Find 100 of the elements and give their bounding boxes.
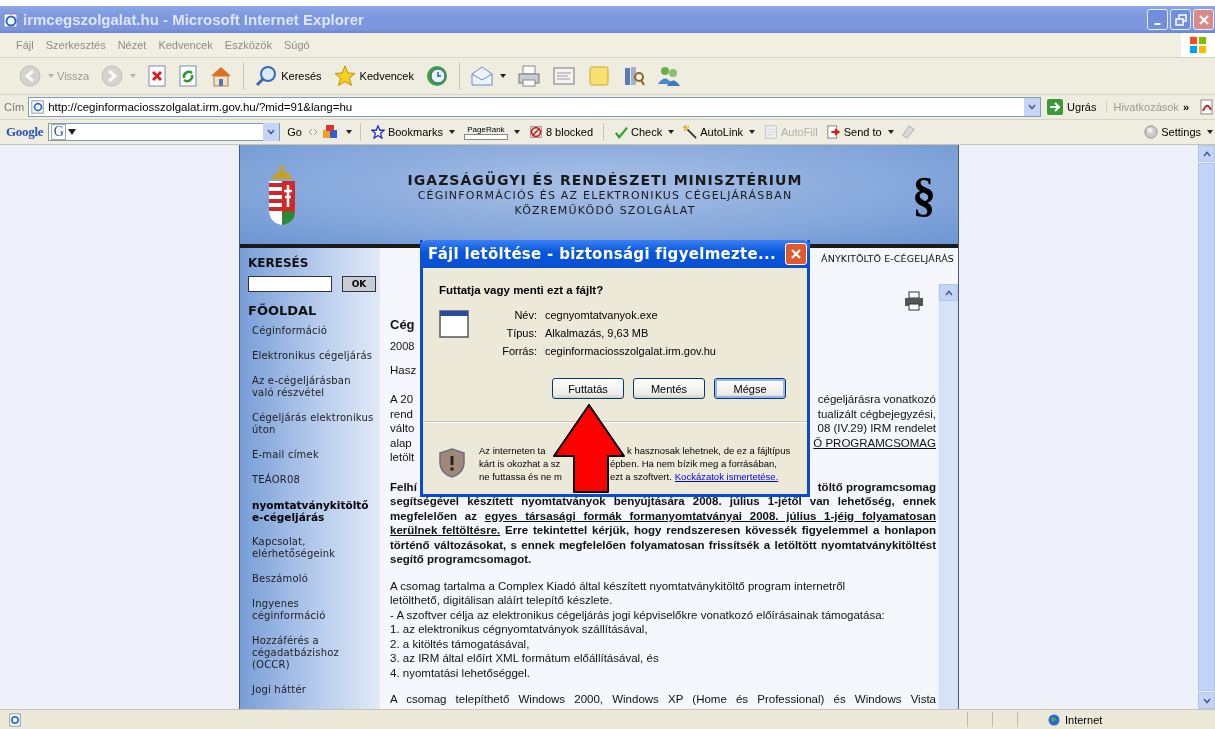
warning-text: ne futtassa és ne m xyxy=(479,471,562,482)
toolbar-button[interactable]: 8 blocked xyxy=(526,125,595,140)
address-field[interactable]: http://ceginformaciosszolgalat.irm.gov.hu/?mid=91&lang=hu xyxy=(28,97,1042,118)
close-icon xyxy=(790,248,802,260)
text-link[interactable]: Ő PROGRAMCSOMAG xyxy=(813,435,936,451)
nav-link[interactable]: Hozzáférés a cégadatbázishoz (OCCR) xyxy=(252,635,380,672)
zone-label: Internet xyxy=(1064,713,1104,726)
window-title: irmcegszolgalat.hu - Microsoft Internet Explorer xyxy=(23,11,364,29)
settings-button[interactable]: Settings xyxy=(1142,125,1215,140)
text-fragment: Cég xyxy=(390,318,415,335)
caret-icon[interactable] xyxy=(345,130,352,135)
nav-link[interactable]: Az e-cégeljárásban való részvétel xyxy=(252,375,380,400)
field-value: cegnyomtatvanyok.exe xyxy=(545,308,659,322)
pdf-icon[interactable] xyxy=(1199,99,1215,116)
breadcrumb: ÁNYKITÖLTŐ E-CÉGELJÁRÁS xyxy=(821,253,954,265)
dialog-button[interactable]: Mégse xyxy=(714,378,786,399)
nav-link[interactable]: Kapcsolat, elérhetőségeink xyxy=(252,536,380,561)
nav-link[interactable]: Cégeljárás elektronikus úton xyxy=(252,412,380,437)
browser-icon xyxy=(3,11,19,28)
address-label: Cím xyxy=(4,101,25,114)
search-field[interactable]: G xyxy=(48,123,281,142)
text-fragment: cégeljárásra vonatkozó xyxy=(817,392,936,407)
close-button[interactable] xyxy=(1193,9,1214,31)
send-icon xyxy=(826,125,841,140)
nav-heading: FŐOLDAL xyxy=(248,303,318,319)
shield-icon xyxy=(439,448,465,478)
close-icon xyxy=(1197,13,1210,26)
toolbar-button[interactable]: Keresés xyxy=(250,62,326,91)
text-link[interactable]: Kockázatok ismertetése. xyxy=(674,470,779,483)
scroll-up-button[interactable] xyxy=(939,284,958,302)
search-heading: KERESÉS xyxy=(248,256,310,271)
nav-link[interactable]: E-mail címek xyxy=(252,449,380,462)
circle-icon xyxy=(1144,125,1159,140)
dropdown-button[interactable] xyxy=(263,123,280,142)
text-fragment: letölt xyxy=(390,450,415,465)
scrollbar[interactable] xyxy=(938,284,958,710)
dropdown-button[interactable] xyxy=(1024,98,1041,117)
text-fragment: 08 (IV.29) IRM rendelet xyxy=(817,421,936,436)
go-button[interactable]: Ugrás xyxy=(1045,99,1103,116)
caret-icon xyxy=(48,74,54,79)
caret-icon xyxy=(887,130,894,135)
caret-icon xyxy=(68,129,77,136)
caret-icon xyxy=(513,130,520,135)
scroll-up-button[interactable] xyxy=(1198,145,1215,163)
caret-icon xyxy=(1202,150,1211,157)
go-button[interactable]: Go xyxy=(285,126,304,139)
restore-button[interactable] xyxy=(1170,9,1191,31)
nav-link[interactable]: Jogi háttér xyxy=(252,684,380,697)
dialog-title: Fájl letöltése - biztonsági figyelmezte... xyxy=(428,245,777,263)
text-fragment: Hasz xyxy=(390,362,417,378)
people-icon xyxy=(657,64,681,89)
toolbar-grip-icon xyxy=(308,128,317,137)
caret-icon xyxy=(668,130,675,135)
star-icon xyxy=(370,125,385,140)
dialog-button[interactable]: Futtatás xyxy=(552,378,624,399)
blocked-popup-icon xyxy=(528,125,543,140)
page-icon xyxy=(31,100,46,115)
text-link[interactable]: kerülnek feltöltésre. xyxy=(390,524,501,537)
toolbar-button[interactable]: Kedvencek xyxy=(328,62,418,91)
toolbar-button[interactable]: Send to xyxy=(824,125,896,140)
paragraph: A csomag telepíthető Windows 2000, Windows XP (Home és Professional) és Windows Vista xyxy=(390,692,936,707)
text-link[interactable]: egyes társasági formák formanyomtatványai 2008. július 1-jéig folyamatosan xyxy=(484,509,936,522)
nav-link[interactable]: Céginformáció xyxy=(252,325,380,338)
nav-link[interactable]: Ingyenes céginformáció xyxy=(252,598,380,623)
cubes-icon[interactable] xyxy=(321,124,338,141)
field-value: ceginformaciosszolgalat.irm.gov.hu xyxy=(545,344,716,358)
ministry-subtitle: CÉGINFORMÁCIÓS ÉS AZ ELEKTRONIKUS CÉGELJÁRÁSBAN xyxy=(416,187,794,203)
warning-text: k hasznosak lehetnek, de ez a fájltípus xyxy=(627,444,791,457)
minimize-icon xyxy=(1154,22,1161,25)
more-links[interactable]: » xyxy=(1182,101,1189,114)
toolbar-button[interactable]: AutoLink xyxy=(681,125,757,140)
caret-icon xyxy=(267,129,276,136)
nav-link[interactable]: Elektronikus cégeljárás xyxy=(252,350,380,363)
toolbar-button[interactable]: Check xyxy=(612,125,677,140)
caret-icon xyxy=(448,130,455,135)
windows-logo xyxy=(1189,36,1207,55)
pagerank-button[interactable]: PageRank xyxy=(461,124,522,140)
arrow-icon xyxy=(1047,99,1064,116)
ok-button[interactable]: OK xyxy=(342,276,376,293)
envelope-icon xyxy=(470,64,494,89)
application-icon xyxy=(439,310,469,338)
print-icon[interactable] xyxy=(904,291,924,312)
clock-icon xyxy=(425,64,449,89)
minimize-button[interactable] xyxy=(1147,9,1168,31)
google-logo[interactable]: Google xyxy=(6,124,44,141)
toolbar-button[interactable]: Bookmarks xyxy=(368,125,457,140)
field-value: Alkalmazás, 9,63 MB xyxy=(545,326,650,340)
dialog-button[interactable]: Mentés xyxy=(633,378,705,399)
nav-link[interactable]: nyomtatványkitöltő e-cégeljárás xyxy=(252,499,380,524)
wand-icon xyxy=(683,125,698,140)
nav-link[interactable]: TEÁOR08 xyxy=(252,474,380,487)
star-icon xyxy=(332,64,357,89)
search-field[interactable] xyxy=(248,276,332,293)
stop-icon xyxy=(147,65,168,88)
ministry-subtitle: KÖZREMŰKÖDŐ SZOLGÁLAT xyxy=(513,202,697,218)
nav-link[interactable]: Beszámoló xyxy=(252,573,380,586)
restore-icon xyxy=(1174,13,1187,26)
refresh-icon xyxy=(178,65,199,88)
warning-text: ezt a szoftvert. xyxy=(610,470,672,483)
scroll-down-button[interactable] xyxy=(1198,692,1215,710)
